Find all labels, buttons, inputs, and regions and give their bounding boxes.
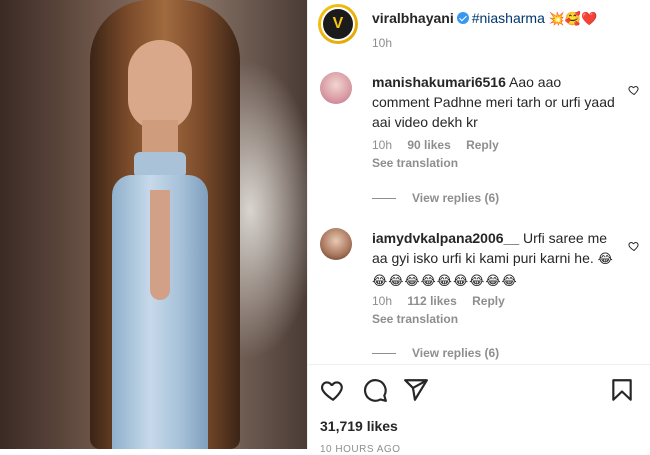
bookmark-icon[interactable]	[609, 377, 635, 403]
comment-time: 10h	[372, 294, 393, 308]
caption-hashtag[interactable]: #niasharma	[472, 10, 545, 26]
reply-button[interactable]: Reply	[466, 138, 499, 152]
post-caption: viralbhayani #niasharma 💥🥰❤️	[372, 10, 597, 27]
comment-text: iamydvkalpana2006__ Urfi saree me aa gyi…	[372, 228, 620, 292]
commenter-username[interactable]: iamydvkalpana2006__	[372, 230, 519, 246]
figure-neckline	[150, 190, 170, 300]
caption-time: 10h	[372, 36, 393, 50]
comment-meta: 10h 112 likes Reply	[372, 294, 505, 308]
view-replies-button[interactable]: View replies (6)	[372, 346, 499, 360]
comment-like-icon[interactable]	[628, 84, 640, 96]
view-replies-button[interactable]: View replies (6)	[372, 191, 499, 205]
comment-meta: 10h 90 likes Reply	[372, 138, 499, 152]
replies-divider	[372, 198, 396, 200]
commenter-avatar[interactable]	[320, 228, 352, 260]
avatar-logo: V	[332, 15, 344, 32]
figure-face	[128, 40, 192, 130]
commenter-avatar[interactable]	[320, 72, 352, 104]
comment-icon[interactable]	[362, 377, 388, 403]
comment-likes[interactable]: 90 likes	[407, 138, 450, 152]
share-icon[interactable]	[403, 377, 429, 403]
caption-emojis: 💥🥰❤️	[548, 12, 598, 27]
author-username[interactable]: viralbhayani	[372, 10, 454, 26]
verified-badge-icon	[456, 12, 469, 24]
post-sidebar: V viralbhayani #niasharma 💥🥰❤️ 10h manish…	[307, 0, 650, 455]
post-image[interactable]	[0, 0, 307, 449]
see-translation-link[interactable]: See translation	[372, 312, 458, 326]
reply-button[interactable]: Reply	[472, 294, 505, 308]
comment-time: 10h	[372, 138, 393, 152]
comment-like-icon[interactable]	[628, 240, 640, 252]
action-bar	[308, 364, 650, 414]
view-replies-label: View replies (6)	[412, 191, 500, 205]
author-avatar[interactable]: V	[318, 4, 358, 44]
likes-count[interactable]: 31,719 likes	[320, 418, 398, 434]
commenter-username[interactable]: manishakumari6516	[372, 74, 506, 90]
post-time-ago: 10 HOURS AGO	[320, 444, 401, 455]
comment-text: manishakumari6516 Aao aao comment Padhne…	[372, 72, 620, 132]
replies-divider	[372, 353, 396, 355]
see-translation-link[interactable]: See translation	[372, 156, 458, 170]
heart-icon[interactable]	[320, 377, 346, 403]
comment-likes[interactable]: 112 likes	[407, 294, 456, 308]
view-replies-label: View replies (6)	[412, 346, 500, 360]
